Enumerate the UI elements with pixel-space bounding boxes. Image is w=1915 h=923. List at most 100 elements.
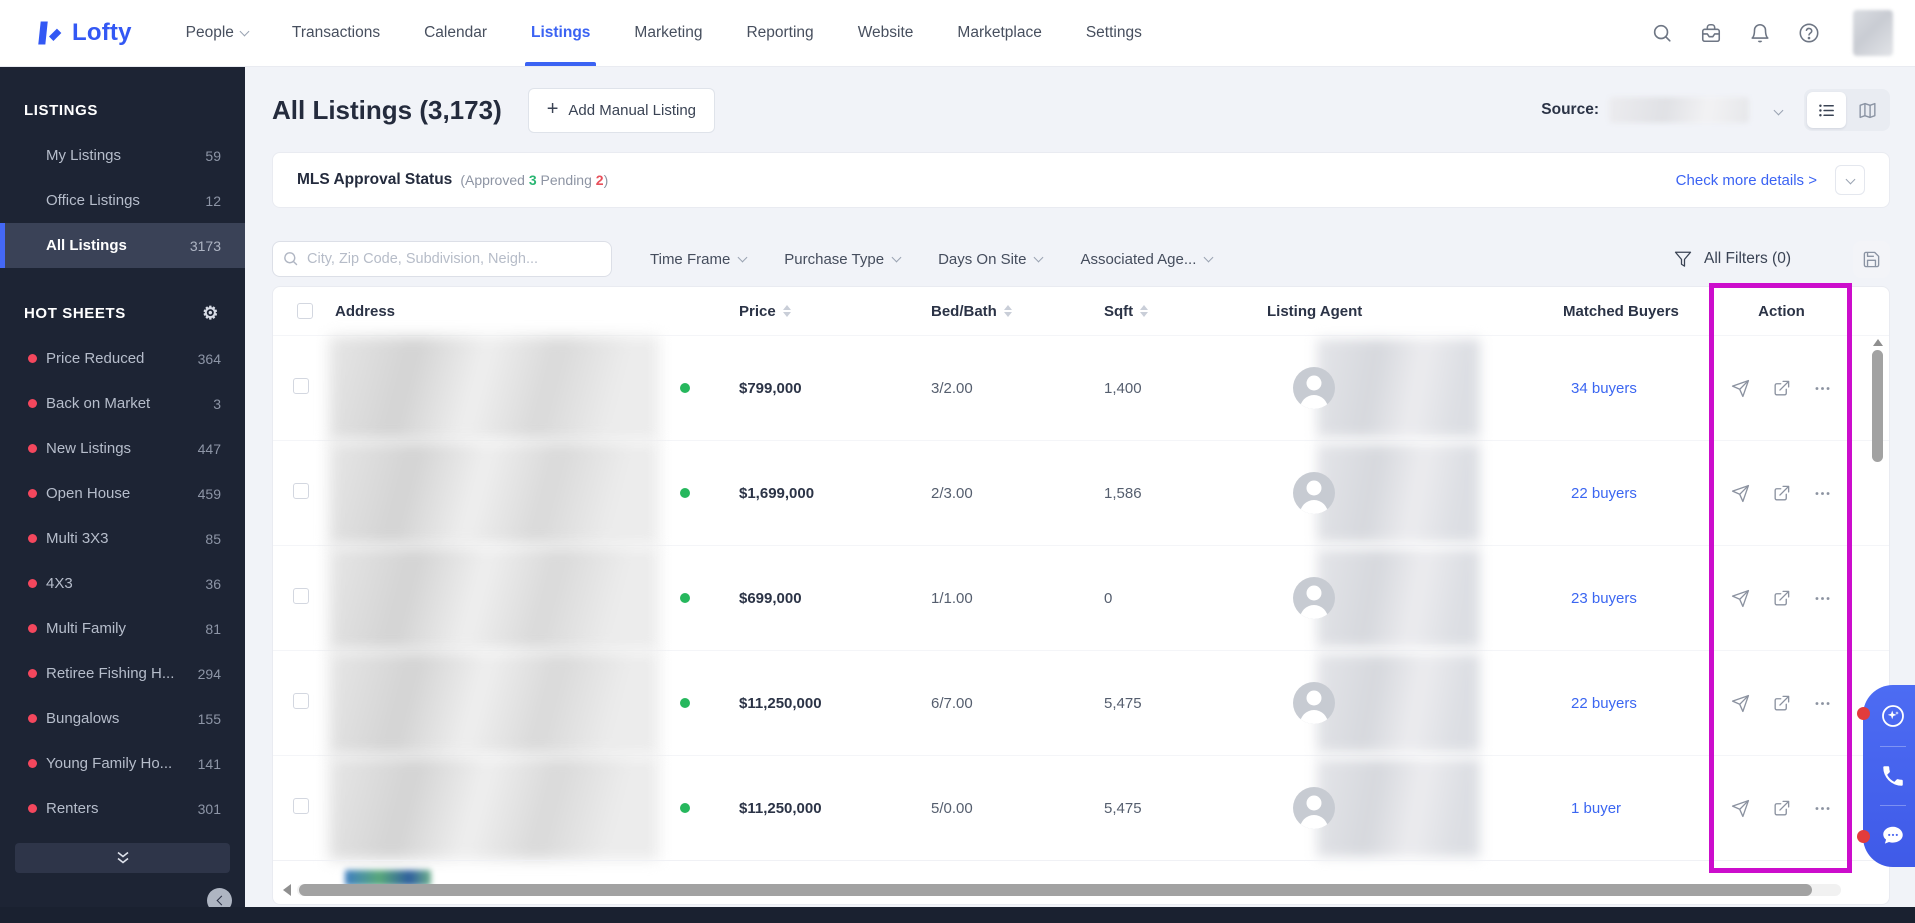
chevron-down-icon — [891, 252, 902, 262]
user-avatar[interactable] — [1853, 10, 1893, 56]
sidebar-item-all-listings[interactable]: All Listings 3173 — [0, 223, 245, 268]
save-filter-button[interactable] — [1853, 240, 1890, 278]
column-matched-buyers: Matched Buyers — [1563, 303, 1710, 320]
location-search-input[interactable] — [272, 241, 612, 277]
check-more-details-link[interactable]: Check more details > — [1676, 172, 1817, 189]
row-checkbox[interactable] — [293, 378, 309, 394]
dropdown-label: Associated Age... — [1080, 250, 1197, 268]
sort-icons[interactable] — [782, 305, 791, 317]
sidebar-item-renters[interactable]: Renters 301 — [0, 786, 245, 831]
days-on-site-dropdown[interactable]: Days On Site — [938, 251, 1044, 268]
mls-expand-button[interactable] — [1835, 165, 1865, 195]
active-status-dot — [680, 592, 690, 603]
map-view-button[interactable] — [1848, 92, 1887, 128]
column-sqft[interactable]: Sqft — [1104, 303, 1267, 320]
sort-icons[interactable] — [1140, 305, 1149, 317]
matched-buyers-link[interactable]: 22 buyers — [1563, 695, 1637, 712]
more-options-icon[interactable] — [1813, 484, 1832, 503]
sidebar-item-multi-family[interactable]: Multi Family 81 — [0, 606, 245, 651]
time-frame-dropdown[interactable]: Time Frame — [650, 251, 748, 268]
matched-buyers-link[interactable]: 23 buyers — [1563, 590, 1637, 607]
sidebar-item-office-listings[interactable]: Office Listings 12 — [0, 178, 245, 223]
nav-listings[interactable]: Listings — [524, 0, 597, 66]
more-options-icon[interactable] — [1813, 799, 1832, 818]
row-checkbox[interactable] — [293, 483, 309, 499]
send-icon[interactable] — [1731, 379, 1750, 398]
matched-buyers-link[interactable]: 34 buyers — [1563, 380, 1637, 397]
column-price[interactable]: Price — [739, 303, 931, 320]
add-manual-listing-button[interactable]: + Add Manual Listing — [527, 87, 716, 133]
column-bed-bath[interactable]: Bed/Bath — [931, 303, 1104, 320]
scroll-left-arrow[interactable] — [283, 884, 291, 896]
sidebar-show-more-button[interactable] — [15, 843, 230, 873]
column-label: Price — [739, 302, 776, 320]
send-icon[interactable] — [1731, 799, 1750, 818]
nav-calendar-label: Calendar — [424, 24, 487, 41]
share-icon[interactable] — [1772, 589, 1791, 608]
row-checkbox[interactable] — [293, 798, 309, 814]
more-options-icon[interactable] — [1813, 379, 1832, 398]
send-icon[interactable] — [1731, 694, 1750, 713]
pending-label: Pending — [540, 172, 592, 188]
price-cell: $699,000 — [739, 589, 802, 607]
nav-marketplace[interactable]: Marketplace — [957, 0, 1041, 66]
row-checkbox[interactable] — [293, 693, 309, 709]
lofty-logo[interactable]: Lofty — [34, 18, 132, 48]
more-options-icon[interactable] — [1813, 694, 1832, 713]
share-icon[interactable] — [1772, 694, 1791, 713]
sidebar-item-young-family[interactable]: Young Family Ho... 141 — [0, 741, 245, 786]
nav-settings[interactable]: Settings — [1086, 0, 1142, 66]
bell-icon[interactable] — [1749, 22, 1771, 44]
search-icon[interactable] — [1651, 22, 1673, 44]
nav-marketing[interactable]: Marketing — [634, 0, 702, 66]
vertical-scrollbar-thumb[interactable] — [1872, 350, 1883, 462]
sidebar-item-open-house[interactable]: Open House 459 — [0, 471, 245, 516]
sidebar-item-new-listings[interactable]: New Listings 447 — [0, 426, 245, 471]
phone-icon[interactable] — [1880, 763, 1906, 789]
filter-bar: Time Frame Purchase Type Days On Site As… — [272, 240, 1890, 278]
list-view-button[interactable] — [1807, 92, 1846, 128]
matched-buyers-link[interactable]: 1 buyer — [1563, 800, 1621, 817]
chevron-down-icon — [1845, 174, 1855, 184]
share-icon[interactable] — [1772, 799, 1791, 818]
more-options-icon[interactable] — [1813, 589, 1832, 608]
active-status-dot — [680, 382, 690, 393]
send-icon[interactable] — [1731, 589, 1750, 608]
source-selector[interactable]: Source: — [1541, 97, 1784, 123]
address-blurred — [329, 441, 659, 545]
nav-calendar[interactable]: Calendar — [424, 0, 487, 66]
sidebar-item-4x3[interactable]: 4X3 36 — [0, 561, 245, 606]
gear-icon[interactable]: ⚙ — [202, 304, 219, 322]
item-count: 155 — [197, 710, 221, 727]
share-icon[interactable] — [1772, 484, 1791, 503]
sort-icons[interactable] — [1003, 305, 1012, 317]
sidebar: LISTINGS My Listings 59 Office Listings … — [0, 67, 245, 923]
nav-reporting[interactable]: Reporting — [746, 0, 813, 66]
nav-transactions[interactable]: Transactions — [292, 0, 380, 66]
ai-assistant-icon[interactable] — [1880, 703, 1906, 729]
sidebar-item-multi-3x3[interactable]: Multi 3X3 85 — [0, 516, 245, 561]
row-checkbox[interactable] — [293, 588, 309, 604]
red-dot-icon — [28, 669, 37, 678]
sidebar-item-price-reduced[interactable]: Price Reduced 364 — [0, 336, 245, 381]
matched-buyers-link[interactable]: 22 buyers — [1563, 485, 1637, 502]
inbox-icon[interactable] — [1700, 22, 1722, 44]
nav-website[interactable]: Website — [858, 0, 914, 66]
all-filters-button[interactable]: All Filters (0) — [1674, 250, 1791, 268]
scroll-up-arrow[interactable] — [1872, 339, 1883, 346]
sidebar-item-retiree-fishing[interactable]: Retiree Fishing H... 294 — [0, 651, 245, 696]
chat-icon[interactable] — [1880, 823, 1906, 849]
purchase-type-dropdown[interactable]: Purchase Type — [784, 251, 902, 268]
share-icon[interactable] — [1772, 379, 1791, 398]
sidebar-item-back-on-market[interactable]: Back on Market 3 — [0, 381, 245, 426]
select-all-checkbox[interactable] — [297, 303, 313, 319]
horizontal-scrollbar-thumb[interactable] — [299, 884, 1813, 896]
bed-bath-cell: 2/3.00 — [931, 484, 973, 502]
associated-agent-dropdown[interactable]: Associated Age... — [1080, 250, 1214, 268]
send-icon[interactable] — [1731, 484, 1750, 503]
sidebar-item-my-listings[interactable]: My Listings 59 — [0, 133, 245, 178]
horizontal-scrollbar-track[interactable] — [297, 884, 1841, 896]
help-icon[interactable] — [1798, 22, 1820, 44]
nav-people[interactable]: People — [186, 0, 250, 66]
sidebar-item-bungalows[interactable]: Bungalows 155 — [0, 696, 245, 741]
